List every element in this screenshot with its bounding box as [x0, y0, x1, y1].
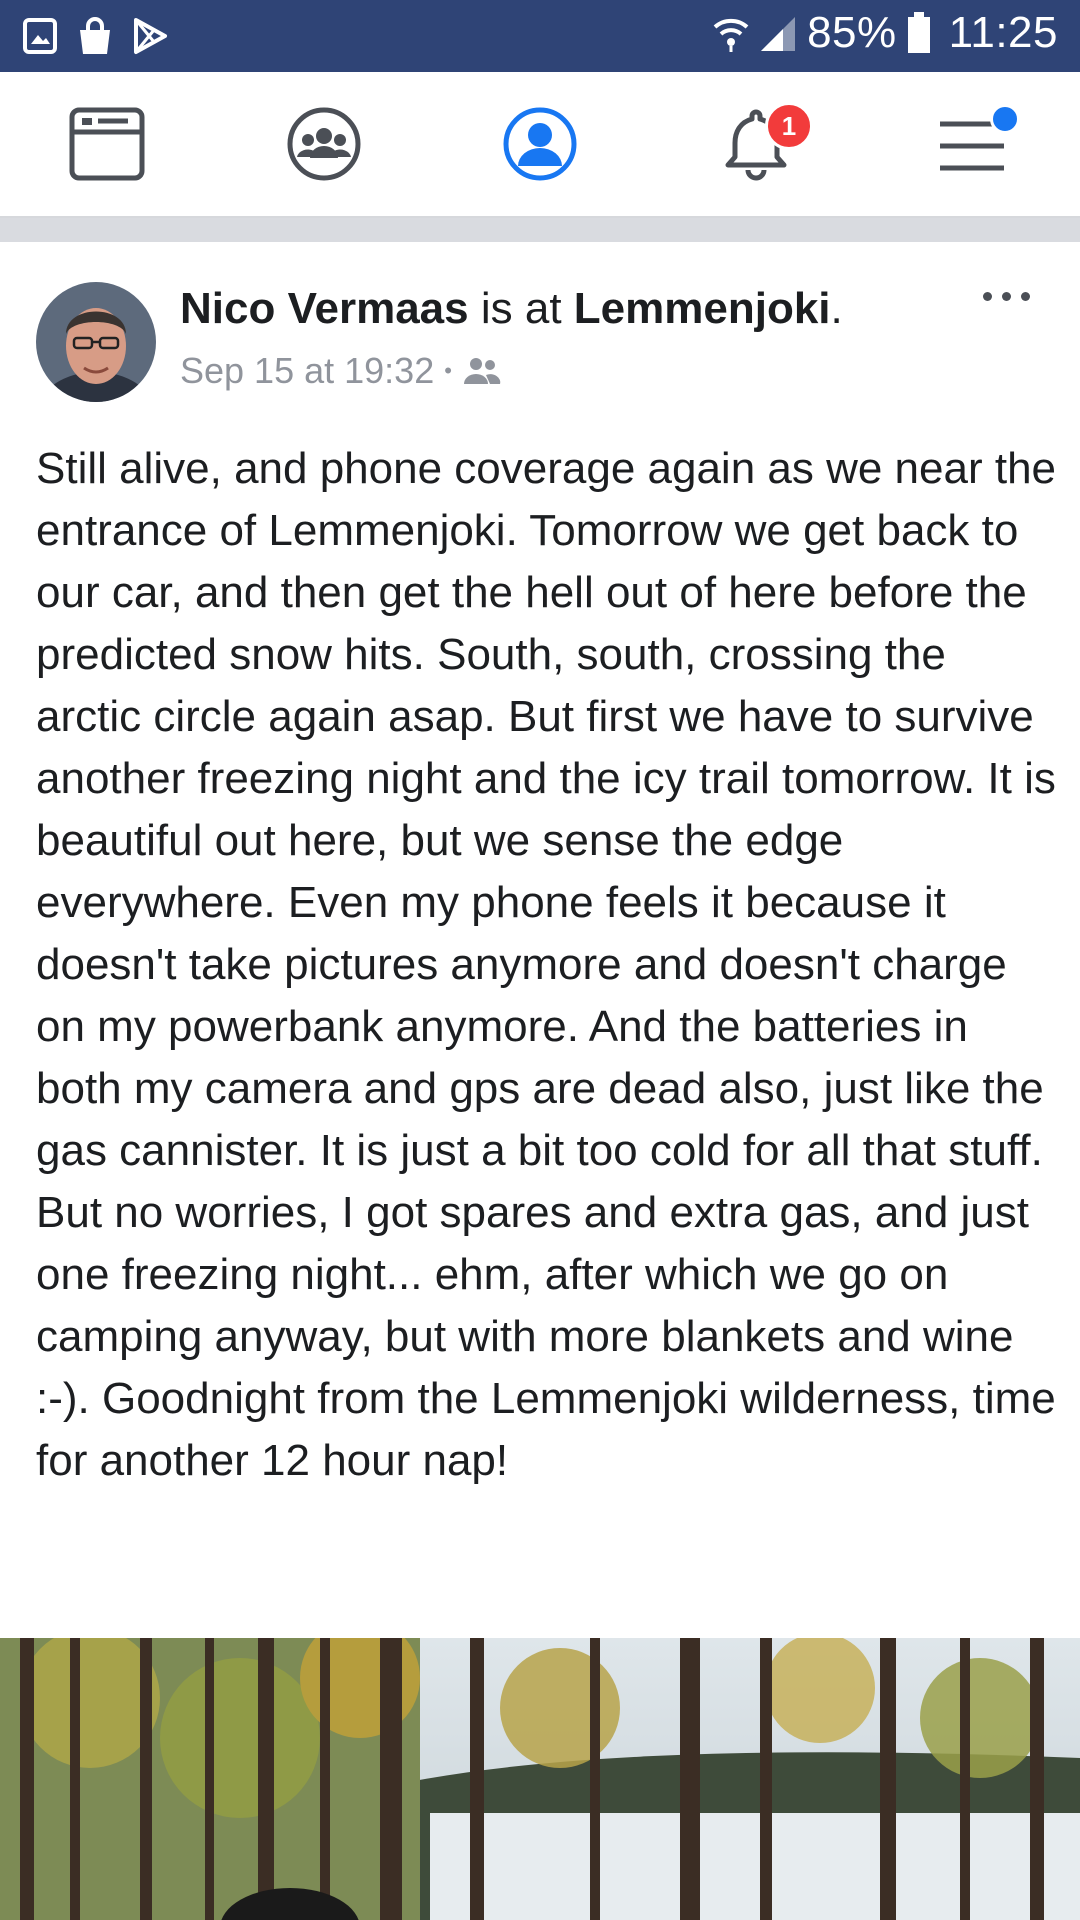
- author-name[interactable]: Nico Vermaas: [180, 284, 469, 333]
- nav-news-feed[interactable]: [66, 102, 150, 186]
- clock: 11:25: [948, 8, 1058, 57]
- author-avatar[interactable]: [36, 282, 156, 402]
- post-header-period: .: [830, 284, 843, 333]
- top-nav-bar: [0, 72, 1080, 218]
- post-photo[interactable]: [0, 1638, 1080, 1920]
- meta-separator: •: [444, 358, 452, 383]
- wifi-icon: [713, 18, 749, 52]
- menu-indicator-dot: [990, 104, 1020, 134]
- more-dot: [983, 292, 992, 301]
- play-store-icon: [134, 18, 167, 54]
- post-timestamp[interactable]: Sep 15 at 19:32: [180, 350, 434, 392]
- more-dot: [1021, 292, 1030, 301]
- feed-divider: [0, 218, 1080, 242]
- news-feed-icon: [69, 107, 145, 181]
- more-options-button[interactable]: [983, 292, 1030, 301]
- profile-icon: [503, 107, 577, 181]
- location-name[interactable]: Lemmenjoki: [574, 284, 831, 333]
- shopping-bag-icon: [80, 17, 110, 54]
- battery-percent: 85%: [807, 8, 897, 57]
- gallery-icon: [23, 18, 57, 54]
- nav-profile[interactable]: [498, 102, 582, 186]
- post-text: Still alive, and phone coverage again as…: [36, 444, 1057, 1485]
- friends-icon: [463, 358, 501, 384]
- more-dot: [1002, 292, 1011, 301]
- nav-groups[interactable]: [282, 102, 366, 186]
- notification-badge: 1: [765, 102, 813, 150]
- groups-icon: [287, 107, 361, 181]
- status-bar: 85% 11:25: [0, 0, 1080, 72]
- battery-icon: [907, 12, 930, 53]
- signal-icon: [761, 17, 796, 51]
- post-header: Nico Vermaas is at Lemmenjoki.: [180, 284, 843, 334]
- post-connector: is at: [480, 284, 562, 333]
- post-meta: Sep 15 at 19:32 •: [180, 350, 502, 392]
